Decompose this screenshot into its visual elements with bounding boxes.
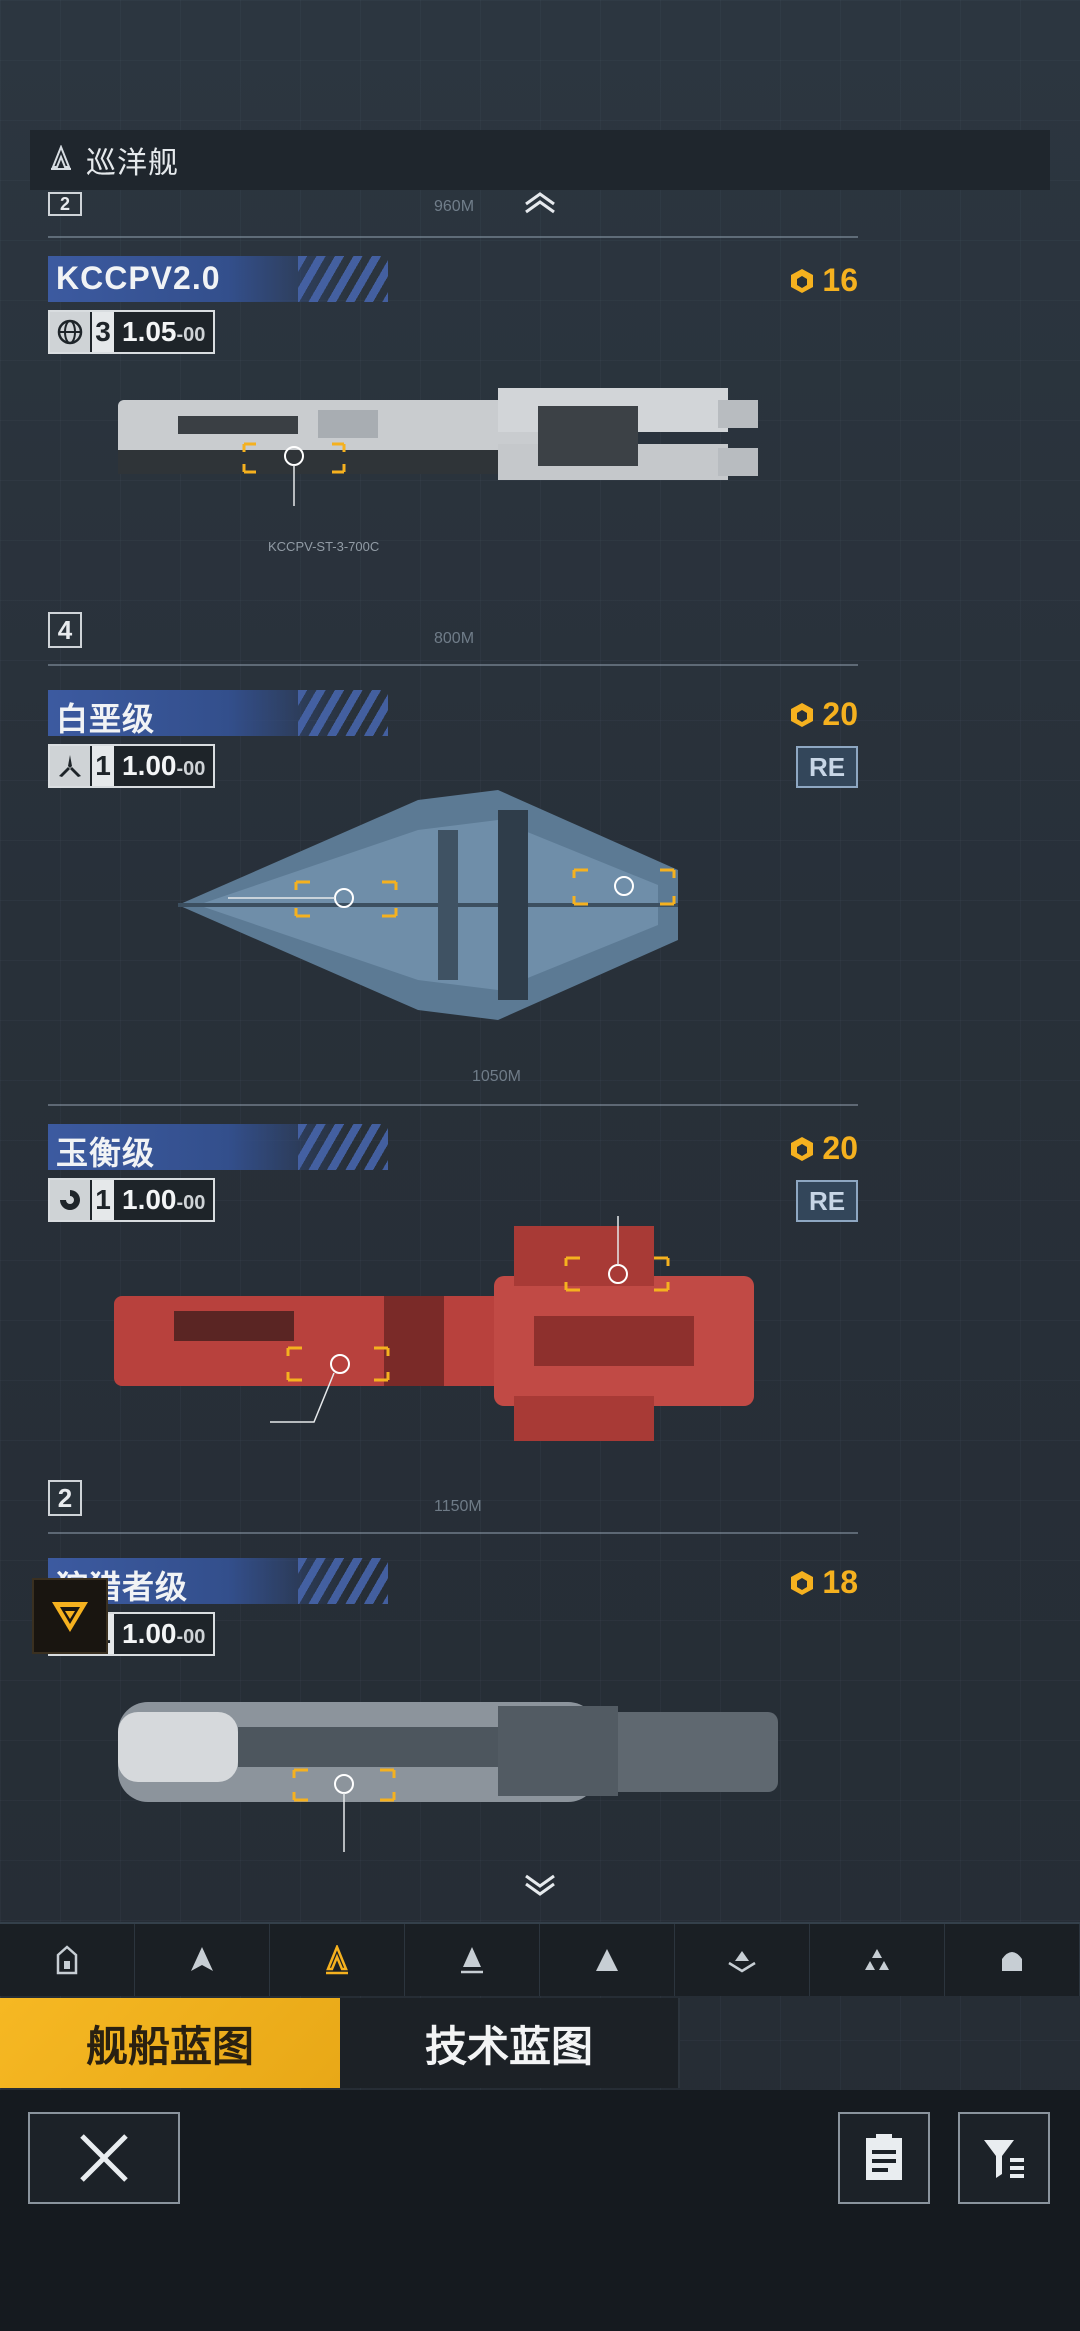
tier-number: 3 bbox=[90, 312, 114, 352]
length-label: 800M bbox=[434, 630, 475, 647]
corvette-icon[interactable] bbox=[945, 1924, 1080, 1996]
destroyer-icon[interactable] bbox=[135, 1924, 270, 1996]
stat-value-main: 1.00 bbox=[122, 1184, 177, 1215]
length-label: 1150M bbox=[434, 1498, 482, 1515]
length-label: 1050M bbox=[472, 1068, 521, 1085]
swirl-icon bbox=[50, 1180, 90, 1220]
stat-value-sub: -00 bbox=[176, 324, 206, 346]
frigate-icon[interactable] bbox=[0, 1924, 135, 1996]
stat-value: 1.05-00 bbox=[114, 316, 213, 348]
ship-image bbox=[118, 388, 758, 506]
scroll-up-icon[interactable] bbox=[520, 190, 560, 220]
ship-card-yuheng[interactable]: 玉衡级 20 RE 1 1.00-00 2 1150M bbox=[48, 1124, 858, 1544]
command-point-icon bbox=[791, 268, 814, 293]
re-badge: RE bbox=[796, 746, 858, 788]
tri-blade-icon bbox=[50, 746, 90, 786]
stat-value-main: 1.00 bbox=[122, 1618, 177, 1649]
prev-length-label: 960M bbox=[434, 198, 475, 215]
tab-ship-blueprint[interactable]: 舰船蓝图 bbox=[0, 1998, 340, 2088]
cost-value: 20 bbox=[822, 696, 858, 732]
cost-value: 18 bbox=[822, 1564, 858, 1600]
stat-value-main: 1.05 bbox=[122, 316, 177, 347]
grade-badge: 4 bbox=[48, 612, 82, 648]
bottom-bar bbox=[0, 2090, 1080, 2331]
filter-shortcut-button[interactable] bbox=[32, 1578, 108, 1654]
triangle-emblem-icon bbox=[52, 1602, 88, 1632]
category-title: 巡洋舰 bbox=[86, 147, 179, 180]
divider bbox=[48, 236, 858, 238]
cost-display: 18 bbox=[788, 1564, 858, 1601]
fighter-icon[interactable] bbox=[810, 1924, 945, 1996]
command-point-icon bbox=[791, 1136, 814, 1161]
carrier-icon[interactable] bbox=[540, 1924, 675, 1996]
grade-badge: 2 bbox=[48, 1480, 82, 1516]
divider bbox=[48, 664, 858, 666]
scroll-down-icon[interactable] bbox=[520, 1872, 560, 1902]
stat-value: 1.00-00 bbox=[114, 1184, 213, 1216]
cost-value: 20 bbox=[822, 1130, 858, 1166]
blueprint-tabs: 舰船蓝图 技术蓝图 bbox=[0, 1998, 1080, 2088]
cost-display: 20 bbox=[788, 696, 858, 733]
ship-image bbox=[114, 1216, 754, 1441]
filter-icon bbox=[984, 2140, 1024, 2178]
prev-grade-badge: 2 bbox=[48, 192, 82, 216]
tab-tech-blueprint[interactable]: 技术蓝图 bbox=[340, 1998, 680, 2088]
cruiser-icon[interactable] bbox=[270, 1924, 405, 1996]
cost-display: 20 bbox=[788, 1130, 858, 1167]
battlecruiser-icon[interactable] bbox=[405, 1924, 540, 1996]
globe-icon bbox=[50, 312, 90, 352]
ship-designation: KCCPV-ST-3-700C bbox=[268, 539, 380, 554]
command-point-icon bbox=[791, 1570, 814, 1595]
ship-image bbox=[178, 790, 678, 1020]
ship-name: KCCPV2.0 bbox=[56, 260, 221, 296]
divider bbox=[48, 1104, 858, 1106]
close-icon bbox=[80, 2134, 128, 2182]
auxiliary-icon[interactable] bbox=[675, 1924, 810, 1996]
stat-value: 1.00-00 bbox=[114, 1618, 213, 1650]
ship-class-nav bbox=[0, 1922, 1080, 1996]
close-button[interactable] bbox=[28, 2112, 180, 2204]
ship-card-kccpv[interactable]: KCCPV2.0 16 3 1.05-00 KCCPV-ST-3-700C 4 … bbox=[48, 256, 858, 676]
ship-name: 玉衡级 bbox=[56, 1135, 156, 1171]
category-header: 巡洋舰 bbox=[30, 130, 1050, 190]
divider bbox=[48, 1532, 858, 1534]
tier-number: 1 bbox=[90, 1180, 114, 1220]
cruiser-icon bbox=[46, 144, 76, 175]
command-point-icon bbox=[791, 702, 814, 727]
ship-name: 白垩级 bbox=[56, 701, 156, 737]
stat-value-main: 1.00 bbox=[122, 750, 177, 781]
stat-value-sub: -00 bbox=[176, 1192, 206, 1214]
stat-box: 3 1.05-00 bbox=[48, 310, 216, 354]
ship-card-baie[interactable]: 白垩级 20 RE 1 1.00-00 1050M bbox=[48, 690, 858, 1110]
document-button[interactable] bbox=[838, 2112, 930, 2204]
tier-number: 1 bbox=[90, 746, 114, 786]
filter-button[interactable] bbox=[958, 2112, 1050, 2204]
document-icon bbox=[866, 2134, 902, 2180]
stat-value-sub: -00 bbox=[176, 1626, 206, 1648]
cost-display: 16 bbox=[788, 262, 858, 299]
cost-value: 16 bbox=[822, 262, 858, 298]
re-badge: RE bbox=[796, 1180, 858, 1222]
ship-image bbox=[118, 1702, 778, 1852]
ship-card-hunter[interactable]: 狩猎者级 18 1 1.00-00 bbox=[48, 1558, 858, 1878]
